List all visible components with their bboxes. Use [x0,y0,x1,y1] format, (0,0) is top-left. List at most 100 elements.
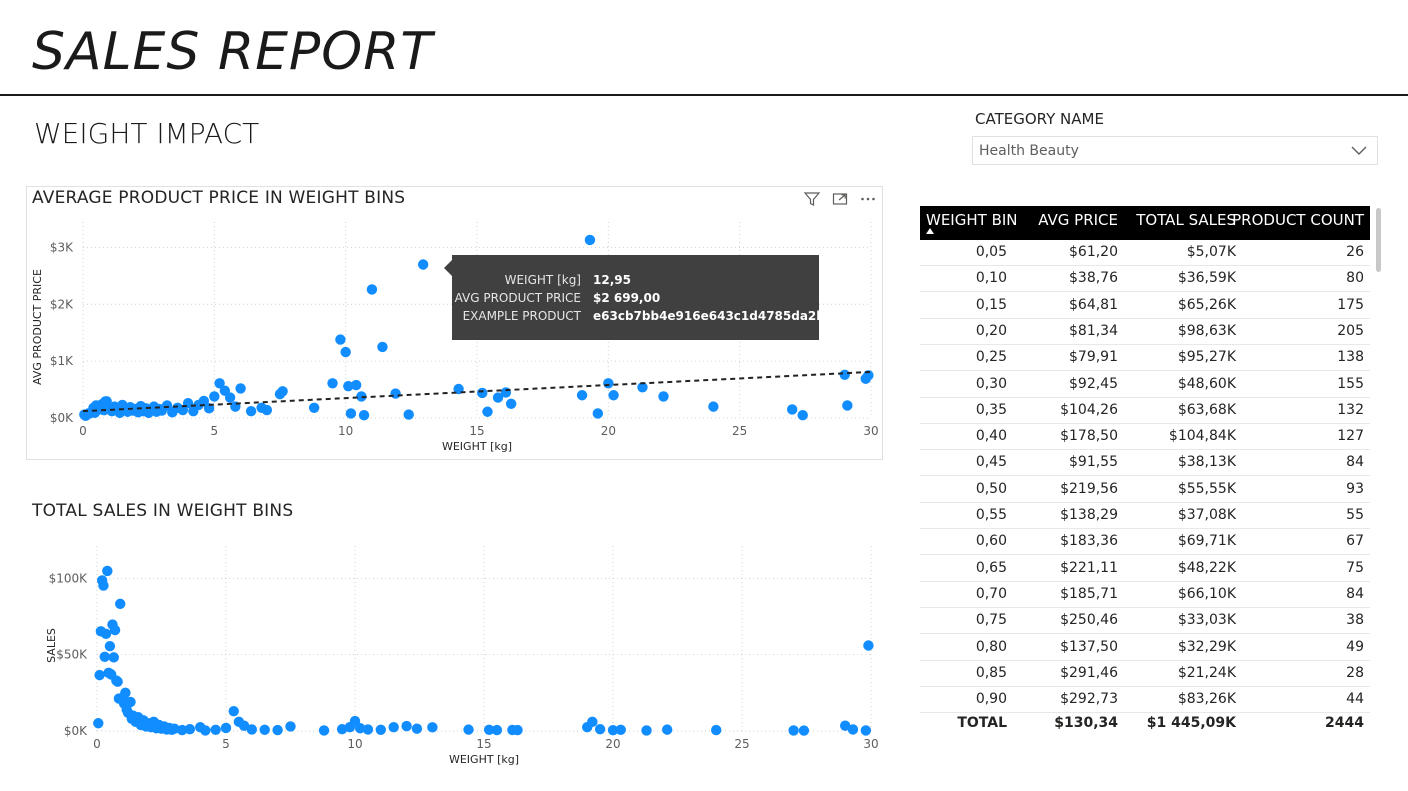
table-cell: 67 [1346,533,1364,550]
data-point [477,387,488,399]
table-row[interactable]: 0,25 $79,91 $95,27K 138 [920,345,1370,372]
data-point [584,234,596,246]
table-row[interactable]: 0,45 $91,55 $38,13K 84 [920,450,1370,477]
table-cell: 44 [1346,691,1364,708]
data-point [842,400,853,411]
data-point [246,724,257,735]
x-tick-label: 20 [605,737,620,751]
table-cell: 138 [1337,349,1364,366]
table-row[interactable]: 0,55 $138,29 $37,08K 55 [920,503,1370,529]
y-tick-label: $2K [50,297,74,311]
table-row[interactable]: 0,60 $183,36 $69,71K 67 [920,529,1370,556]
table-cell: 49 [1346,638,1364,655]
x-axis-title: WEIGHT [kg] [449,753,519,766]
table-row[interactable]: 0,75 $250,46 $33,03K 38 [920,608,1370,635]
table-cell: 55 [1346,507,1364,523]
table-scrollbar[interactable] [1376,208,1381,272]
slicer-selected-value: Health Beauty [979,143,1079,159]
data-point [491,724,503,736]
data-point [210,724,221,735]
chevron-down-icon[interactable] [1351,143,1367,161]
tooltip-row-weight: WEIGHT [kg] 12,95 [452,273,819,291]
data-point [220,722,232,734]
table-row[interactable]: 0,40 $178,50 $104,84K 127 [920,424,1370,451]
title-divider [0,94,1408,96]
sort-ascending-icon[interactable] [926,228,934,234]
data-point [798,725,810,736]
data-point [788,725,799,736]
data-point [285,721,296,732]
data-point [98,580,109,591]
table-row[interactable]: 0,70 $185,71 $66,10K 84 [920,582,1370,608]
y-tick-label: $0K [50,411,74,425]
data-point [112,676,123,687]
table-cell: 26 [1346,244,1364,260]
data-point [100,628,112,639]
data-point [358,409,370,421]
table-row[interactable]: 0,85 $291,46 $21,24K 28 [920,661,1370,687]
table-total-row: TOTAL $130,34 $1 445,09K 2444 [920,711,1370,737]
tooltip-row-price: AVG PRODUCT PRICE $2 699,00 [452,291,819,309]
total-sales-scatter[interactable]: 0 5 10 15 20 25 30 $0K $50K $100K WEIGHT [kg] SALES [26,530,883,775]
focus-mode-icon[interactable] [831,190,849,208]
data-point [390,388,401,399]
table-cell: 28 [1346,664,1364,681]
table-row[interactable]: 0,05 $61,20 $5,07K 26 [920,240,1370,266]
table-row[interactable]: 0,15 $64,81 $65,26K 175 [920,293,1370,319]
data-point [411,723,423,734]
x-tick-label: 0 [93,737,101,751]
more-options-icon[interactable] [859,190,877,208]
filter-icon[interactable] [803,190,821,208]
data-point [272,724,283,736]
table-row[interactable]: 0,65 $221,11 $48,22K 75 [920,556,1370,582]
data-point [592,408,604,419]
category-slicer-dropdown[interactable]: Health Beauty [972,136,1378,165]
table-row[interactable]: 0,10 $38,76 $36,59K 80 [920,266,1370,293]
table-row[interactable]: 0,35 $104,26 $63,68K 132 [920,398,1370,424]
x-tick-label: 10 [338,424,353,438]
data-point [641,725,652,736]
data-point [603,378,614,389]
table-row[interactable]: 0,80 $137,50 $32,29K 49 [920,635,1370,661]
data-point [259,724,270,735]
data-point [327,378,338,389]
trend-line [82,370,872,413]
table-cell: 93 [1346,480,1364,497]
y-axis-title: SALES [45,628,58,663]
data-point [308,402,320,413]
x-tick-label: 5 [211,424,219,438]
data-point [261,404,273,416]
column-header-product-count[interactable]: PRODUCT COUNT [920,206,1364,240]
data-point [200,725,211,736]
data-point [375,724,386,735]
tooltip-label: AVG PRODUCT PRICE [454,291,581,305]
data-point [228,705,239,717]
data-point [708,401,719,412]
data-point [345,408,357,419]
data-point [335,334,346,345]
table-row[interactable]: 0,30 $92,45 $48,60K 155 [920,372,1370,398]
x-tick-label: 20 [601,424,616,438]
data-point [505,398,517,409]
table-row[interactable]: 0,20 $81,34 $98,63K 205 [920,319,1370,345]
data-point [235,383,246,394]
data-point [401,720,412,732]
x-tick-label: 30 [863,737,878,751]
table-row[interactable]: 0,50 $219,56 $55,55K 93 [920,477,1370,503]
y-tick-label: $50K [56,648,88,662]
x-tick-label: 5 [222,737,230,751]
table-row[interactable]: 0,90 $292,73 $83,26K 44 [920,687,1370,714]
data-point [863,640,874,651]
table-cell: 84 [1346,585,1364,602]
y-tick-label: $1K [50,354,74,368]
data-point [608,390,619,401]
report-title: SALES REPORT [32,22,434,82]
data-point [839,369,850,380]
data-point [125,696,136,708]
data-point [108,652,119,663]
y-axis-title: AVG PRODUCT PRICE [31,269,44,385]
data-point [594,723,606,735]
tooltip-value: 12,95 [593,273,631,287]
data-point [362,724,374,735]
data-point [104,640,116,652]
